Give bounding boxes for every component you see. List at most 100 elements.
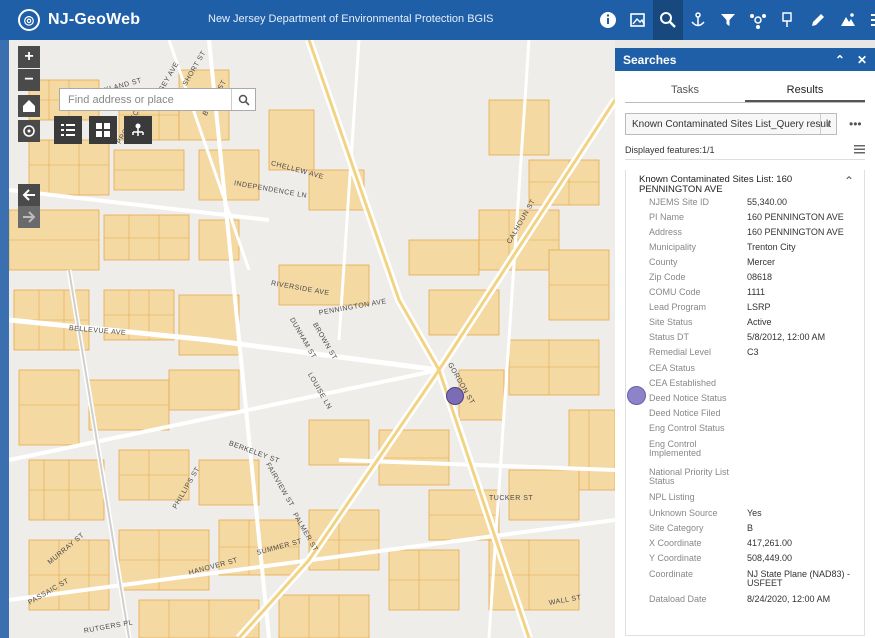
displayed-count: Displayed features:1/1 bbox=[625, 144, 715, 155]
search-icon bbox=[238, 94, 250, 106]
attribute-name: Coordinate bbox=[649, 569, 694, 579]
list-icon bbox=[61, 124, 75, 136]
zoom-in-button[interactable]: + bbox=[18, 46, 40, 68]
search-results-icon[interactable] bbox=[653, 0, 683, 40]
attribute-value: 508,449.00 bbox=[747, 553, 793, 563]
app-window: ◎ NJ-GeoWeb New Jersey Department of Env… bbox=[0, 0, 875, 638]
grid-icon bbox=[96, 123, 110, 137]
attribute-name: Eng Control Implemented bbox=[649, 439, 702, 458]
arrow-left-icon bbox=[22, 189, 35, 201]
attribute-name: Y Coordinate bbox=[649, 553, 702, 563]
menu-icon[interactable] bbox=[863, 0, 875, 40]
attribute-value: 417,261.00 bbox=[747, 538, 793, 548]
app-title: NJ-GeoWeb bbox=[48, 11, 141, 28]
searches-panel: Searches ⌃ ✕ Tasks Results Known Contami… bbox=[615, 48, 875, 638]
home-icon bbox=[23, 100, 35, 112]
edit-marker-icon[interactable] bbox=[773, 0, 803, 40]
basemap-gallery-button[interactable] bbox=[89, 116, 117, 144]
attribute-name: Eng Control Status bbox=[649, 423, 725, 433]
feature-title: Known Contaminated Sites List: 160 PENNI… bbox=[639, 174, 793, 195]
map-view[interactable]: OAKLAND STPROSPECT STKELSEY AVEBROOK STS… bbox=[9, 40, 615, 638]
attribute-name: COMU Code bbox=[649, 287, 701, 297]
attribute-name: Site Status bbox=[649, 317, 693, 327]
chevron-up-icon[interactable]: ⌃ bbox=[844, 174, 854, 188]
attribute-value: Yes bbox=[747, 508, 762, 518]
panel-minimize-icon[interactable]: ⌃ bbox=[835, 53, 845, 67]
attribute-value: 55,340.00 bbox=[747, 197, 788, 207]
panel-tabs: Tasks Results bbox=[625, 79, 865, 103]
filter-icon[interactable] bbox=[713, 0, 743, 40]
map-layers-icon[interactable] bbox=[623, 0, 653, 40]
attribute-value: 160 PENNINGTON AVE bbox=[747, 227, 844, 237]
app-logo-icon[interactable]: ◎ bbox=[18, 9, 40, 31]
share-icon[interactable] bbox=[743, 0, 773, 40]
map-search-box bbox=[59, 88, 256, 111]
attribute-name: NJEMS Site ID bbox=[649, 197, 710, 207]
header-toolbar bbox=[593, 0, 875, 40]
selected-site-marker[interactable] bbox=[446, 387, 464, 405]
attribute-value: B bbox=[747, 523, 754, 533]
search-input[interactable] bbox=[60, 89, 231, 110]
attribute-name: Zip Code bbox=[649, 272, 686, 282]
attribute-value: 5/8/2012, 12:00 AM bbox=[747, 332, 826, 342]
print-icon[interactable] bbox=[833, 0, 863, 40]
attribute-name: PI Name bbox=[649, 212, 685, 222]
table-view-icon[interactable] bbox=[854, 144, 865, 155]
attribute-value: C3 bbox=[747, 347, 759, 357]
zoom-out-button[interactable]: − bbox=[18, 69, 40, 91]
attribute-value: Active bbox=[747, 317, 772, 327]
chevron-down-icon: ▼ bbox=[820, 114, 836, 134]
attribute-value: 8/24/2020, 12:00 AM bbox=[747, 594, 831, 604]
feature-symbol-marker bbox=[627, 386, 646, 405]
tab-tasks[interactable]: Tasks bbox=[625, 79, 745, 102]
minus-icon: − bbox=[24, 71, 34, 88]
attribute-name: Unknown Source bbox=[649, 508, 718, 518]
locate-icon bbox=[23, 125, 35, 137]
search-button[interactable] bbox=[231, 89, 255, 110]
attribute-name: Status DT bbox=[649, 332, 690, 342]
attribute-name: CEA Status bbox=[649, 363, 696, 373]
panel-title: Searches bbox=[623, 52, 677, 67]
locate-button[interactable] bbox=[18, 120, 40, 142]
left-edge-strip bbox=[0, 40, 9, 638]
attribute-name: Municipality bbox=[649, 242, 697, 252]
attribute-name: Dataload Date bbox=[649, 594, 707, 604]
attribute-value: 160 PENNINGTON AVE bbox=[747, 212, 844, 222]
back-extent-button[interactable] bbox=[18, 184, 40, 206]
attribute-name: Address bbox=[649, 227, 683, 237]
attribute-name: Deed Notice Filed bbox=[649, 408, 721, 418]
tree-tool-button[interactable] bbox=[124, 116, 152, 144]
app-header: ◎ NJ-GeoWeb New Jersey Department of Env… bbox=[0, 0, 875, 40]
attribute-name: Lead Program bbox=[649, 302, 707, 312]
info-icon[interactable] bbox=[593, 0, 623, 40]
attribute-value: LSRP bbox=[747, 302, 771, 312]
panel-close-icon[interactable]: ✕ bbox=[857, 53, 867, 67]
attribute-name: CEA Established bbox=[649, 378, 717, 388]
forward-extent-button[interactable] bbox=[18, 206, 40, 228]
pencil-icon[interactable] bbox=[803, 0, 833, 40]
attribute-value: 1111 bbox=[747, 287, 766, 297]
tab-results[interactable]: Results bbox=[745, 79, 865, 102]
attribute-name: Remedial Level bbox=[649, 347, 712, 357]
arrow-right-icon bbox=[23, 211, 36, 223]
street-label: TUCKER ST bbox=[489, 495, 534, 502]
layer-select-value: Known Contaminated Sites List_Query resu… bbox=[632, 118, 831, 130]
attribute-name: National Priority List Status bbox=[649, 467, 730, 486]
layer-select[interactable]: Known Contaminated Sites List_Query resu… bbox=[625, 113, 837, 135]
feature-card: Known Contaminated Sites List: 160 PENNI… bbox=[625, 170, 865, 636]
more-options-icon[interactable]: ••• bbox=[849, 117, 862, 131]
home-button[interactable] bbox=[18, 95, 40, 117]
attribute-name: County bbox=[649, 257, 678, 267]
attribute-name: Deed Notice Status bbox=[649, 393, 727, 403]
attribute-name: X Coordinate bbox=[649, 538, 702, 548]
anchor-icon[interactable] bbox=[683, 0, 713, 40]
attribute-name: NPL Listing bbox=[649, 492, 695, 502]
plus-icon: + bbox=[24, 48, 34, 65]
hierarchy-icon bbox=[132, 123, 144, 136]
app-subtitle: New Jersey Department of Environmental P… bbox=[208, 13, 494, 25]
attribute-value: Mercer bbox=[747, 257, 776, 267]
attribute-name: Site Category bbox=[649, 523, 704, 533]
attribute-value: NJ State Plane (NAD83) - USFEET bbox=[747, 569, 851, 588]
attribute-value: 08618 bbox=[747, 272, 773, 282]
layer-list-button[interactable] bbox=[54, 116, 82, 144]
